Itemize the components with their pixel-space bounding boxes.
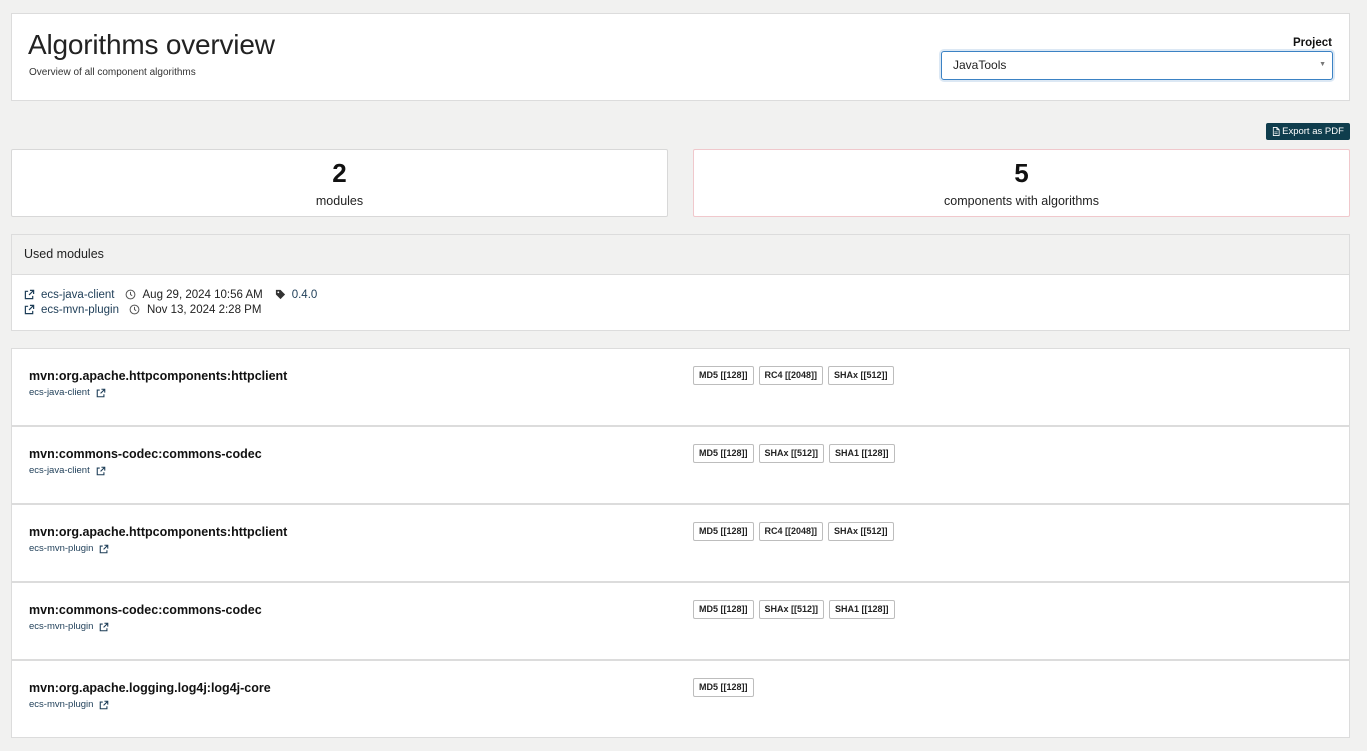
algorithm-tag: RC4 [[2048]] — [758, 366, 824, 385]
algorithm-tag: SHAx [[512]] — [758, 444, 825, 463]
algorithm-tags: MD5 [[128]] RC4 [[2048]] SHAx [[512]] — [693, 522, 894, 541]
component-card: mvn:org.apache.httpcomponents:httpclient… — [11, 504, 1350, 582]
clock-icon — [129, 304, 140, 315]
project-select-value: JavaTools — [953, 58, 1007, 72]
export-pdf-button[interactable]: Export as PDF — [1266, 123, 1350, 140]
component-module-link[interactable]: ecs-mvn-plugin — [29, 699, 109, 710]
component-card: mvn:commons-codec:commons-codec ecs-mvn-… — [11, 582, 1350, 660]
pdf-file-icon — [1273, 127, 1280, 136]
project-label: Project — [1293, 37, 1332, 49]
algorithm-tag: MD5 [[128]] — [693, 366, 754, 385]
components-count-label: components with algorithms — [944, 194, 1099, 208]
module-date: Aug 29, 2024 10:56 AM — [142, 288, 263, 301]
export-pdf-label: Export as PDF — [1282, 126, 1344, 137]
component-name: mvn:commons-codec:commons-codec — [29, 447, 262, 461]
component-module-link[interactable]: ecs-java-client — [29, 465, 106, 476]
algorithm-tag: SHAx [[512]] — [828, 522, 894, 541]
component-module-label: ecs-mvn-plugin — [29, 621, 94, 632]
component-module-label: ecs-mvn-plugin — [29, 699, 94, 710]
algorithm-tags: MD5 [[128]] — [693, 678, 754, 697]
algorithm-tags: MD5 [[128]] SHAx [[512]] SHA1 [[128]] — [693, 600, 895, 619]
page-header: Algorithms overview Overview of all comp… — [11, 13, 1350, 101]
component-card: mvn:org.apache.logging.log4j:log4j-core … — [11, 660, 1350, 738]
modules-count: 2 — [332, 158, 347, 188]
component-card: mvn:commons-codec:commons-codec ecs-java… — [11, 426, 1350, 504]
module-version: 0.4.0 — [291, 288, 318, 301]
component-module-label: ecs-java-client — [29, 387, 90, 398]
algorithm-tag: RC4 [[2048]] — [758, 522, 824, 541]
module-link[interactable]: ecs-mvn-plugin — [41, 304, 119, 316]
module-row: ecs-java-client Aug 29, 2024 10:56 AM 0.… — [24, 287, 317, 302]
algorithm-tag: SHAx [[512]] — [758, 600, 825, 619]
algorithm-tag: MD5 [[128]] — [693, 600, 754, 619]
algorithm-tag: SHAx [[512]] — [828, 366, 894, 385]
component-module-label: ecs-java-client — [29, 465, 90, 476]
component-name: mvn:org.apache.httpcomponents:httpclient — [29, 369, 288, 383]
external-link-icon[interactable] — [24, 289, 35, 300]
algorithm-tag: MD5 [[128]] — [693, 678, 754, 697]
external-link-icon — [96, 388, 106, 397]
component-name: mvn:commons-codec:commons-codec — [29, 603, 262, 617]
used-modules-panel: Used modules ecs-java-client Aug 29, 202… — [11, 234, 1350, 331]
module-row: ecs-mvn-plugin Nov 13, 2024 2:28 PM — [24, 302, 261, 317]
algorithm-tag: MD5 [[128]] — [693, 522, 754, 541]
modules-count-label: modules — [315, 194, 364, 208]
component-module-link[interactable]: ecs-java-client — [29, 387, 106, 398]
component-module-link[interactable]: ecs-mvn-plugin — [29, 543, 109, 554]
chevron-down-icon: ▼ — [1319, 61, 1326, 68]
modules-stat-card: 2 modules — [11, 149, 668, 217]
page-subtitle: Overview of all component algorithms — [29, 67, 196, 78]
external-link-icon — [100, 622, 109, 631]
page-title: Algorithms overview — [28, 29, 275, 60]
external-link-icon — [100, 700, 109, 709]
components-stat-card: 5 components with algorithms — [693, 149, 1350, 217]
algorithm-tags: MD5 [[128]] SHAx [[512]] SHA1 [[128]] — [693, 444, 895, 463]
component-name: mvn:org.apache.logging.log4j:log4j-core — [29, 681, 271, 695]
algorithm-tag: MD5 [[128]] — [693, 444, 754, 463]
tag-icon — [275, 289, 285, 300]
external-link-icon — [100, 544, 109, 553]
clock-icon — [125, 289, 135, 300]
external-link-icon[interactable] — [24, 304, 35, 315]
module-link[interactable]: ecs-java-client — [41, 289, 115, 301]
algorithm-tags: MD5 [[128]] RC4 [[2048]] SHAx [[512]] — [693, 366, 894, 385]
component-name: mvn:org.apache.httpcomponents:httpclient — [29, 525, 288, 539]
module-date: Nov 13, 2024 2:28 PM — [146, 303, 262, 316]
used-modules-title: Used modules — [12, 235, 1349, 275]
algorithm-tag: SHA1 [[128]] — [829, 444, 895, 463]
project-select[interactable]: JavaTools ▼ — [941, 51, 1333, 80]
component-module-label: ecs-mvn-plugin — [29, 543, 94, 554]
external-link-icon — [96, 466, 106, 475]
component-card: mvn:org.apache.httpcomponents:httpclient… — [11, 348, 1350, 426]
algorithm-tag: SHA1 [[128]] — [829, 600, 895, 619]
components-count: 5 — [1014, 158, 1029, 188]
component-module-link[interactable]: ecs-mvn-plugin — [29, 621, 109, 632]
